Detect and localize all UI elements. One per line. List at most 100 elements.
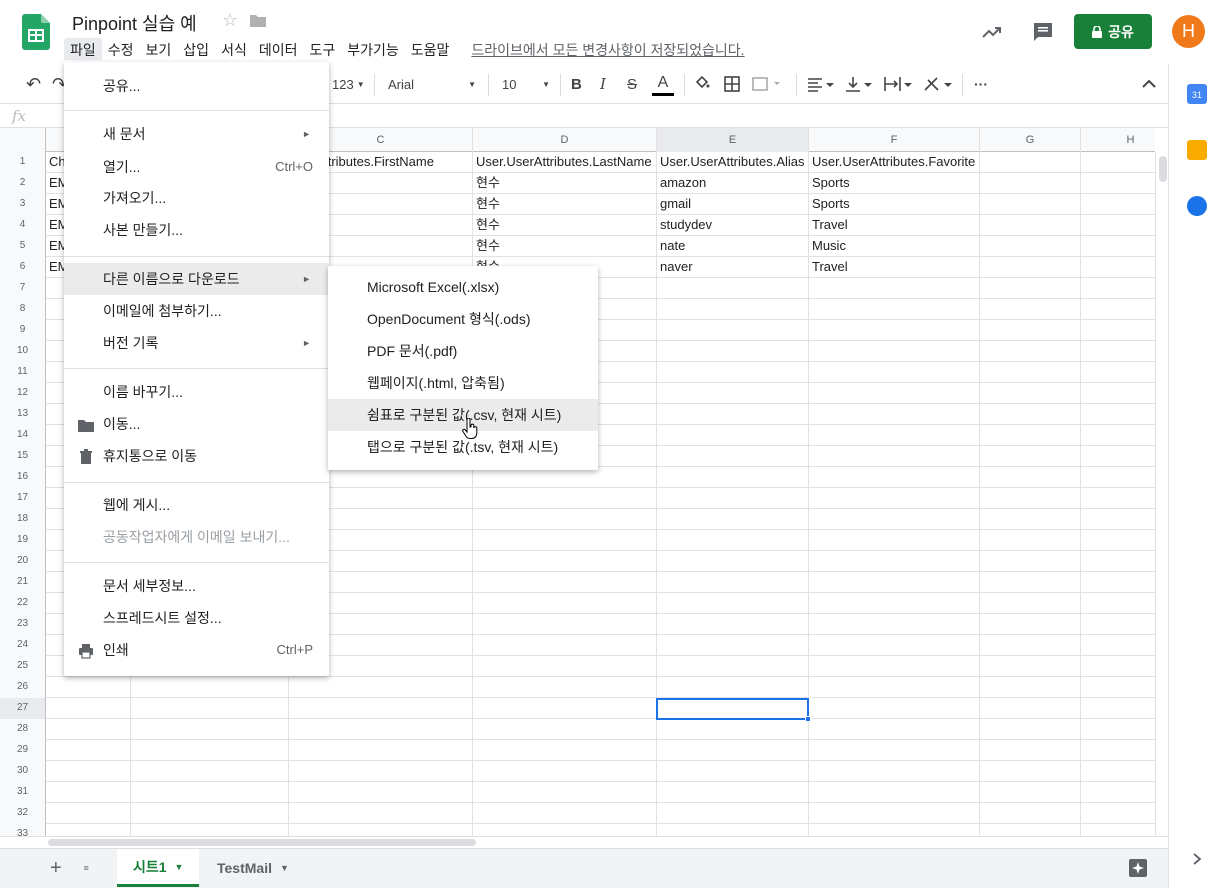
cell-h22[interactable] <box>1081 593 1155 614</box>
cell-d19[interactable] <box>473 530 657 551</box>
vertical-align-icon[interactable] <box>844 72 874 96</box>
menu-item-new[interactable]: 새 문서 ► <box>64 118 329 150</box>
cell-g11[interactable] <box>980 362 1081 383</box>
cell-h18[interactable] <box>1081 509 1155 530</box>
italic-button[interactable]: I <box>600 72 606 96</box>
cell-a29[interactable] <box>46 740 131 761</box>
cell-e28[interactable] <box>657 719 809 740</box>
cell-g19[interactable] <box>980 530 1081 551</box>
cell-f10[interactable] <box>809 341 980 362</box>
menu-item-open[interactable]: 열기... Ctrl+O <box>64 151 329 183</box>
cell-e31[interactable] <box>657 782 809 803</box>
cell-d17[interactable] <box>473 488 657 509</box>
cell-c32[interactable] <box>289 803 473 824</box>
share-button[interactable]: 공유 <box>1074 14 1152 49</box>
cell-g13[interactable] <box>980 404 1081 425</box>
menu-item-rename[interactable]: 이름 바꾸기... <box>64 376 329 408</box>
cell-e13[interactable] <box>657 404 809 425</box>
cell-d16[interactable] <box>473 467 657 488</box>
menu-item-document-details[interactable]: 문서 세부정보... <box>64 570 329 602</box>
cell-e24[interactable] <box>657 635 809 656</box>
cell-g8[interactable] <box>980 299 1081 320</box>
cell-e11[interactable] <box>657 362 809 383</box>
cell-g22[interactable] <box>980 593 1081 614</box>
cell-h26[interactable] <box>1081 677 1155 698</box>
cell-a30[interactable] <box>46 761 131 782</box>
download-xlsx[interactable]: Microsoft Excel(.xlsx) <box>328 271 598 303</box>
cell-g12[interactable] <box>980 383 1081 404</box>
cell-f8[interactable] <box>809 299 980 320</box>
column-header-h[interactable]: H <box>1081 128 1155 152</box>
cell-h25[interactable] <box>1081 656 1155 677</box>
fill-handle[interactable] <box>805 716 811 722</box>
cell-h3[interactable] <box>1081 194 1155 215</box>
cell-d3[interactable]: 현수 <box>473 194 657 215</box>
cell-e32[interactable] <box>657 803 809 824</box>
cell-e23[interactable] <box>657 614 809 635</box>
column-header-f[interactable]: F <box>809 128 980 152</box>
cell-g27[interactable] <box>980 698 1081 719</box>
cell-e26[interactable] <box>657 677 809 698</box>
row-header[interactable]: 28 <box>0 719 46 740</box>
menu-item-download-as[interactable]: 다른 이름으로 다운로드 ► <box>64 263 329 295</box>
cell-e25[interactable] <box>657 656 809 677</box>
cell-b33[interactable] <box>131 824 289 836</box>
cell-e5[interactable]: nate <box>657 236 809 257</box>
cell-e29[interactable] <box>657 740 809 761</box>
cell-h2[interactable] <box>1081 173 1155 194</box>
menu-item-email-attach[interactable]: 이메일에 첨부하기... <box>64 295 329 327</box>
row-header[interactable]: 19 <box>0 530 46 551</box>
cell-e1[interactable]: User.UserAttributes.Alias <box>657 152 809 173</box>
cell-h5[interactable] <box>1081 236 1155 257</box>
menu-item-spreadsheet-settings[interactable]: 스프레드시트 설정... <box>64 602 329 634</box>
cell-f9[interactable] <box>809 320 980 341</box>
row-header[interactable]: 17 <box>0 488 46 509</box>
cell-h32[interactable] <box>1081 803 1155 824</box>
keep-icon[interactable] <box>1187 140 1207 160</box>
cell-c28[interactable] <box>289 719 473 740</box>
cell-g23[interactable] <box>980 614 1081 635</box>
cell-h4[interactable] <box>1081 215 1155 236</box>
vertical-scrollbar[interactable] <box>1155 152 1168 836</box>
cell-f26[interactable] <box>809 677 980 698</box>
text-color-button[interactable]: A <box>652 72 674 96</box>
cell-g33[interactable] <box>980 824 1081 836</box>
cell-h15[interactable] <box>1081 446 1155 467</box>
cell-f27[interactable] <box>809 698 980 719</box>
menu-format[interactable]: 서식 <box>215 38 253 60</box>
cell-g17[interactable] <box>980 488 1081 509</box>
horizontal-align-icon[interactable] <box>806 72 836 96</box>
cell-b27[interactable] <box>131 698 289 719</box>
cell-f2[interactable]: Sports <box>809 173 980 194</box>
cell-a28[interactable] <box>46 719 131 740</box>
cell-c31[interactable] <box>289 782 473 803</box>
selected-cell[interactable] <box>656 698 809 720</box>
row-header[interactable]: 13 <box>0 404 46 425</box>
cell-h28[interactable] <box>1081 719 1155 740</box>
cell-h24[interactable] <box>1081 635 1155 656</box>
row-header[interactable]: 5 <box>0 236 46 257</box>
row-header[interactable]: 27 <box>0 698 46 719</box>
cell-e2[interactable]: amazon <box>657 173 809 194</box>
select-all-corner[interactable] <box>0 128 46 152</box>
cell-d24[interactable] <box>473 635 657 656</box>
cell-h8[interactable] <box>1081 299 1155 320</box>
collapse-menu-icon[interactable] <box>1140 72 1158 96</box>
cell-h1[interactable] <box>1081 152 1155 173</box>
cell-e14[interactable] <box>657 425 809 446</box>
menu-edit[interactable]: 수정 <box>102 38 140 60</box>
row-header[interactable]: 12 <box>0 383 46 404</box>
cell-e15[interactable] <box>657 446 809 467</box>
row-header[interactable]: 11 <box>0 362 46 383</box>
row-header[interactable]: 30 <box>0 761 46 782</box>
download-pdf[interactable]: PDF 문서(.pdf) <box>328 335 598 367</box>
font-size-select[interactable]: 10 ▼ <box>502 72 552 96</box>
cell-g25[interactable] <box>980 656 1081 677</box>
strikethrough-button[interactable]: S <box>627 72 637 96</box>
cell-d29[interactable] <box>473 740 657 761</box>
cell-c30[interactable] <box>289 761 473 782</box>
cell-a27[interactable] <box>46 698 131 719</box>
cell-d1[interactable]: User.UserAttributes.LastName <box>473 152 657 173</box>
row-header[interactable]: 33 <box>0 824 46 836</box>
row-header[interactable]: 32 <box>0 803 46 824</box>
